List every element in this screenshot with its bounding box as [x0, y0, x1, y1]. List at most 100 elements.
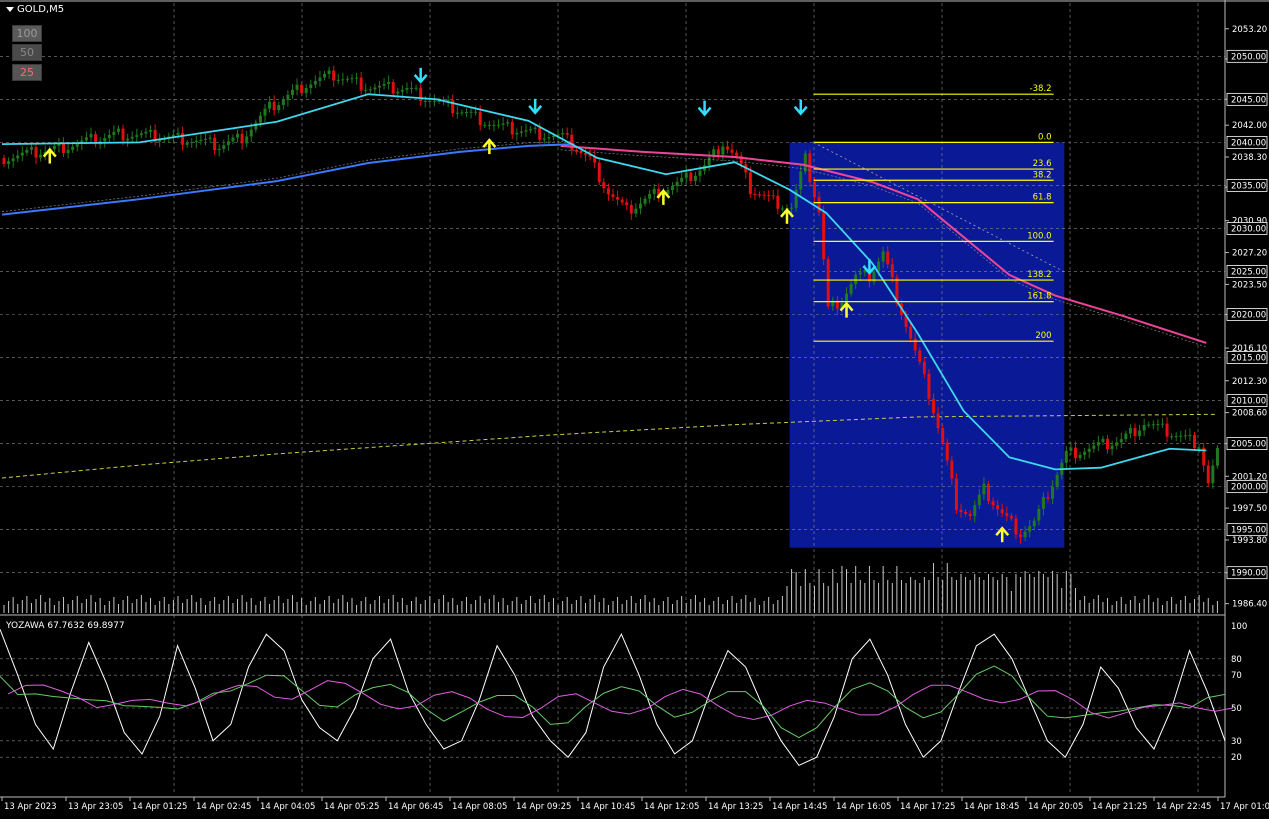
candle-body: [707, 157, 711, 166]
candle-body: [1009, 515, 1013, 519]
candle-body: [822, 212, 826, 260]
candle-body: [52, 145, 56, 150]
candle-body: [1092, 445, 1096, 449]
time-tick-label: 17 Apr 01:05: [1220, 802, 1269, 812]
time-tick-label: 14 Apr 16:05: [836, 802, 891, 812]
candle-body: [936, 413, 940, 428]
osc-fast-line: [0, 629, 1226, 767]
candle-body: [986, 483, 990, 502]
candle-body: [922, 362, 926, 374]
candle-body: [565, 133, 569, 135]
fib-level-label: -38.2: [1030, 84, 1052, 94]
candle-body: [693, 175, 697, 181]
candle-body: [1028, 526, 1032, 532]
candle-body: [918, 350, 922, 363]
candle-body: [144, 131, 148, 134]
time-tick-label: 14 Apr 12:05: [644, 802, 699, 812]
candle-body: [304, 87, 308, 94]
candle-body: [2, 157, 6, 165]
candle-body: [1215, 448, 1219, 466]
level-button-100[interactable]: 100: [12, 25, 42, 42]
candle-body: [1170, 436, 1174, 438]
candle-body: [725, 146, 729, 150]
time-tick-label: 14 Apr 04:05: [260, 802, 315, 812]
candle-body: [1138, 430, 1142, 437]
candle-body: [249, 129, 253, 137]
candle-body: [799, 171, 803, 190]
candle-body: [199, 139, 203, 141]
candle-body: [620, 199, 624, 203]
candle-body: [968, 513, 972, 516]
osc-tick-label: 70: [1231, 671, 1242, 681]
candle-body: [231, 137, 235, 142]
candle-body: [240, 133, 244, 144]
time-tick-label: 14 Apr 21:25: [1092, 802, 1147, 812]
time-tick-label: 14 Apr 01:25: [132, 802, 187, 812]
time-tick-label: 14 Apr 13:25: [708, 802, 763, 812]
candle-body: [977, 494, 981, 506]
candle-body: [606, 188, 610, 195]
candle-body: [735, 152, 739, 156]
osc-tick-label: 20: [1231, 753, 1242, 763]
candle-body: [89, 134, 93, 138]
candle-body: [730, 149, 734, 153]
price-level-box-label: 2040.00: [1231, 138, 1266, 148]
price-chart[interactable]: -38.2 0.0 23.638.2 61.8 100.0 138.2 161.8 200 20…: [0, 0, 1269, 815]
candle-body: [767, 195, 771, 197]
candle-body: [1041, 497, 1045, 509]
candle-body: [1110, 445, 1114, 449]
fib-level-label: 38.2: [1033, 170, 1052, 180]
price-level-box-label: 1990.00: [1231, 569, 1266, 579]
dropdown-triangle-icon[interactable]: [6, 6, 14, 12]
candle-body: [116, 128, 120, 132]
candle-body: [208, 137, 212, 139]
candle-body: [1124, 433, 1128, 440]
candle-body: [945, 442, 949, 461]
time-tick-label: 14 Apr 08:05: [452, 802, 507, 812]
candle-body: [11, 158, 15, 162]
candle-body: [913, 338, 917, 351]
price-tick-label: 2038.30: [1232, 153, 1267, 163]
candle-body: [863, 270, 867, 273]
time-tick-label: 14 Apr 05:25: [324, 802, 379, 812]
time-tick-label: 13 Apr 23:05: [68, 802, 123, 812]
candle-body: [410, 87, 414, 89]
candle-body: [336, 79, 340, 81]
candle-body: [927, 373, 931, 399]
level-button-25[interactable]: 25: [12, 64, 42, 81]
chart-window[interactable]: -38.2 0.0 23.6 38.2 61.8 100.0 138.2 161.8 200 20…: [0, 0, 1269, 815]
candle-body: [355, 77, 359, 79]
price-tick-label: 2023.50: [1232, 280, 1267, 290]
symbol-label[interactable]: GOLD,M5: [6, 4, 64, 15]
candle-body: [1142, 424, 1146, 431]
candle-body: [1151, 424, 1155, 426]
candle-body: [1174, 436, 1178, 438]
candle-body: [1000, 509, 1004, 514]
candle-body: [826, 259, 830, 307]
candle-body: [964, 511, 968, 514]
candle-body: [226, 141, 230, 146]
candle-body: [16, 155, 20, 159]
candle-body: [130, 136, 134, 139]
candle-body: [176, 133, 180, 135]
level-button-50[interactable]: 50: [12, 44, 42, 61]
candle-body: [533, 127, 537, 129]
candle-body: [222, 145, 226, 149]
candle-body: [263, 108, 267, 116]
time-tick-label: 14 Apr 20:05: [1028, 802, 1083, 812]
candle-body: [597, 162, 601, 183]
price-level-box-label: 2035.00: [1231, 181, 1266, 191]
candle-body: [103, 138, 107, 142]
candle-body: [941, 427, 945, 443]
price-tick-label: 2008.60: [1232, 409, 1267, 419]
candle-body: [405, 87, 409, 90]
candle-body: [497, 124, 501, 126]
candle-body: [1165, 423, 1169, 437]
time-tick-label: 14 Apr 10:45: [580, 802, 635, 812]
candle-body: [20, 152, 24, 156]
candle-body: [584, 153, 588, 155]
candle-body: [149, 129, 153, 132]
time-tick-label: 14 Apr 14:45: [772, 802, 827, 812]
fib-level-label: 0.0: [1038, 132, 1052, 142]
candle-body: [579, 151, 583, 154]
